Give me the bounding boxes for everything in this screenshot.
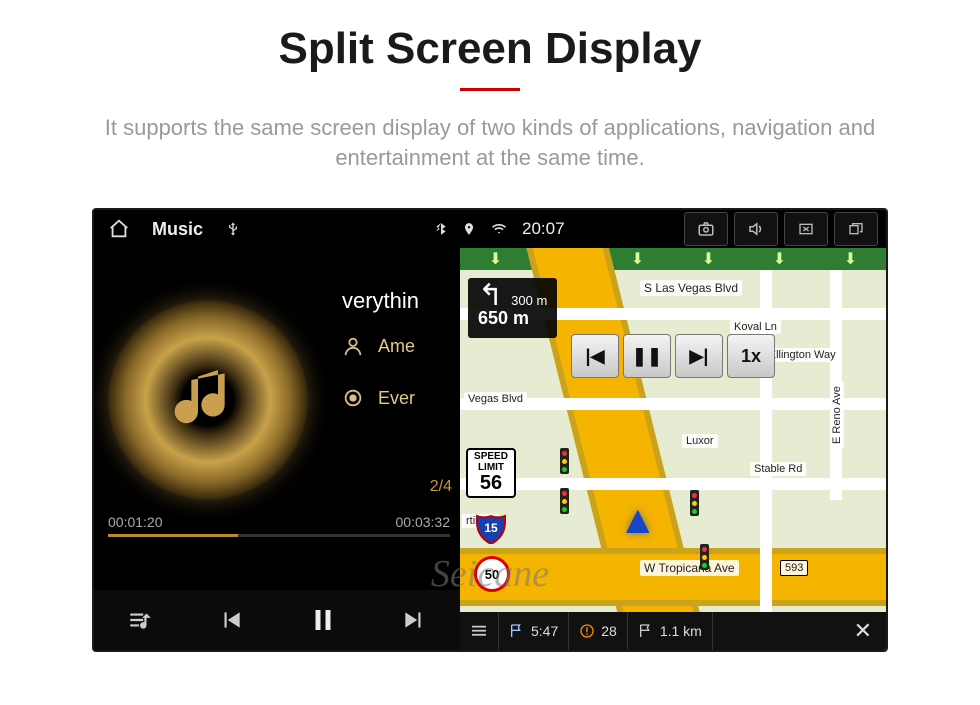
street-label: E Reno Ave bbox=[830, 382, 844, 448]
home-icon[interactable] bbox=[108, 218, 130, 240]
route-sim-controls: |◀ ❚❚ ▶| 1x bbox=[571, 334, 775, 378]
flag-icon bbox=[509, 623, 525, 639]
screenshot-button[interactable] bbox=[684, 212, 728, 246]
svg-text:15: 15 bbox=[484, 521, 498, 535]
vehicle-cursor-icon: ▲ bbox=[618, 498, 658, 543]
time-total: 00:03:32 bbox=[396, 514, 451, 530]
track-counter: 2/4 bbox=[430, 478, 452, 496]
turn-distance-big: 650 m bbox=[478, 308, 547, 330]
sim-next-button[interactable]: ▶| bbox=[675, 334, 723, 378]
next-button[interactable] bbox=[390, 596, 438, 644]
page-description: It supports the same screen display of t… bbox=[40, 113, 940, 172]
clock-time: 20:07 bbox=[522, 219, 565, 239]
multiwindow-button[interactable] bbox=[834, 212, 878, 246]
bluetooth-icon bbox=[434, 220, 448, 238]
title-underline bbox=[460, 88, 520, 91]
traffic-light-icon bbox=[560, 488, 569, 514]
sim-prev-button[interactable]: |◀ bbox=[571, 334, 619, 378]
eta-value: 5:47 bbox=[531, 623, 558, 639]
poi-label: Luxor bbox=[682, 434, 718, 448]
street-label: W Tropicana Ave bbox=[640, 560, 739, 576]
person-icon bbox=[342, 335, 364, 357]
alert-segment[interactable]: 28 bbox=[569, 612, 628, 650]
distance-value: 1.1 km bbox=[660, 623, 702, 639]
flag-icon bbox=[638, 623, 654, 639]
turn-instruction: ↰ 300 m 650 m bbox=[468, 278, 557, 338]
music-pane: verythin Ame Ever 2/4 00:01:20 00:03:32 bbox=[94, 210, 460, 650]
traffic-light-icon bbox=[690, 490, 699, 516]
system-topbar: Music 20:07 bbox=[94, 210, 886, 248]
playlist-button[interactable] bbox=[116, 596, 164, 644]
progress-bar[interactable] bbox=[108, 534, 450, 537]
close-nav-button[interactable]: ✕ bbox=[840, 612, 886, 650]
menu-button[interactable] bbox=[460, 612, 499, 650]
location-icon bbox=[462, 220, 476, 238]
music-controls bbox=[94, 590, 460, 650]
warning-icon bbox=[579, 623, 595, 639]
street-label: S Las Vegas Blvd bbox=[640, 280, 742, 296]
interstate-shield: 15 bbox=[476, 512, 506, 544]
navigation-pane: ⬇ ⬇ ⬇ ⬇ ⬇ ⬇ S Las Vegas Blv bbox=[460, 210, 886, 650]
route-shield: 593 bbox=[780, 560, 808, 576]
eta-segment[interactable]: 5:47 bbox=[499, 612, 569, 650]
map-canvas[interactable]: ⬇ ⬇ ⬇ ⬇ ⬇ ⬇ S Las Vegas Blv bbox=[460, 248, 886, 650]
topbar-app-label: Music bbox=[152, 219, 203, 240]
album-label: Ever bbox=[378, 388, 415, 409]
prev-button[interactable] bbox=[207, 596, 255, 644]
wifi-icon bbox=[490, 222, 508, 236]
street-label: Koval Ln bbox=[730, 320, 781, 334]
page-title: Split Screen Display bbox=[0, 24, 980, 74]
close-split-button[interactable] bbox=[784, 212, 828, 246]
now-playing-title: verythin bbox=[342, 288, 456, 314]
volume-button[interactable] bbox=[734, 212, 778, 246]
album-art bbox=[108, 300, 308, 500]
speed-limit-sign: SPEED LIMIT 56 bbox=[466, 448, 516, 498]
traffic-light-icon bbox=[700, 544, 709, 570]
device-frame: Music 20:07 verythin bbox=[92, 208, 888, 652]
distance-segment[interactable]: 1.1 km bbox=[628, 612, 713, 650]
turn-distance-small: 300 m bbox=[511, 293, 547, 309]
street-label: Vegas Blvd bbox=[464, 392, 527, 406]
time-elapsed: 00:01:20 bbox=[108, 514, 163, 530]
street-label: Stable Rd bbox=[750, 462, 806, 476]
nav-bottom-bar: 5:47 28 1.1 km ✕ bbox=[460, 612, 886, 650]
turn-left-icon: ↰ bbox=[478, 284, 503, 308]
traffic-light-icon bbox=[560, 448, 569, 474]
track-row-album[interactable]: Ever bbox=[342, 372, 456, 424]
target-icon bbox=[342, 387, 364, 409]
track-row-artist[interactable]: Ame bbox=[342, 320, 456, 372]
artist-label: Ame bbox=[378, 336, 415, 357]
usb-icon bbox=[225, 219, 241, 239]
sim-speed-button[interactable]: 1x bbox=[727, 334, 775, 378]
pause-button[interactable] bbox=[299, 596, 347, 644]
alert-value: 28 bbox=[601, 623, 617, 639]
sim-pause-button[interactable]: ❚❚ bbox=[623, 334, 671, 378]
